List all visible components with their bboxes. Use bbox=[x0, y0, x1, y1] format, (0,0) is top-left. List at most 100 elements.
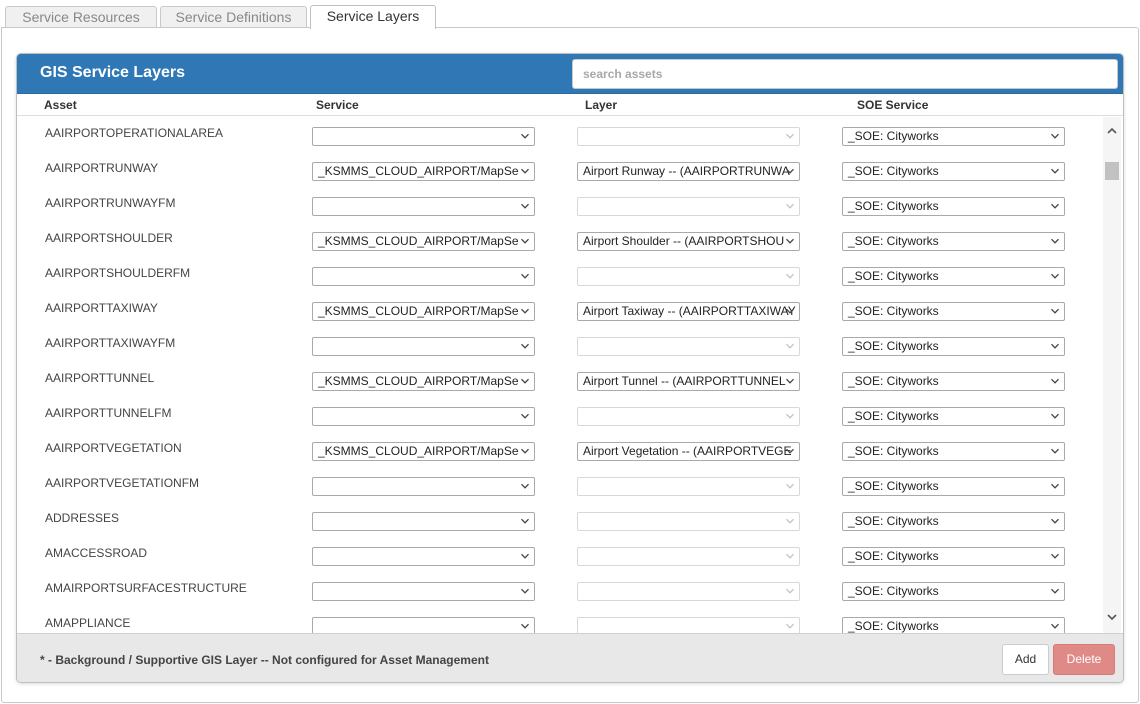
soe-service-select-value: _SOE: Cityworks bbox=[848, 374, 939, 388]
service-select[interactable] bbox=[312, 127, 535, 146]
service-select[interactable] bbox=[312, 197, 535, 216]
soe-service-select-value: _SOE: Cityworks bbox=[848, 164, 939, 178]
asset-name: ADDRESSES bbox=[45, 511, 120, 525]
soe-service-select[interactable]: _SOE: Cityworks bbox=[842, 232, 1065, 251]
column-header-service[interactable]: Service bbox=[316, 98, 359, 112]
layer-select-value: Airport Shoulder -- (AAIRPORTSHOU bbox=[583, 234, 785, 248]
table-row: AMACCESSROAD _SOE: Cityworks bbox=[17, 537, 1103, 572]
soe-service-select-value: _SOE: Cityworks bbox=[848, 199, 939, 213]
tab-service-resources[interactable]: Service Resources bbox=[5, 6, 157, 28]
layer-select bbox=[577, 267, 800, 286]
panel-footer: * - Background / Supportive GIS Layer --… bbox=[17, 633, 1123, 682]
chevron-down-icon bbox=[1050, 341, 1060, 351]
layer-select bbox=[577, 337, 800, 356]
table-row: AAIRPORTTUNNELFM _SOE: Cityworks bbox=[17, 397, 1103, 432]
soe-service-select[interactable]: _SOE: Cityworks bbox=[842, 582, 1065, 601]
soe-service-select[interactable]: _SOE: Cityworks bbox=[842, 442, 1065, 461]
scroll-down-icon[interactable] bbox=[1106, 611, 1118, 623]
soe-service-select[interactable]: _SOE: Cityworks bbox=[842, 407, 1065, 426]
search-assets-input[interactable] bbox=[572, 59, 1118, 89]
panel-title: GIS Service Layers bbox=[40, 64, 185, 81]
layer-select-value: Airport Vegetation -- (AAIRPORTVEGE bbox=[583, 444, 792, 458]
asset-name: AAIRPORTRUNWAY bbox=[45, 161, 159, 175]
soe-service-select-value: _SOE: Cityworks bbox=[848, 339, 939, 353]
soe-service-select[interactable]: _SOE: Cityworks bbox=[842, 372, 1065, 391]
service-select[interactable]: _KSMMS_CLOUD_AIRPORT/MapSe bbox=[312, 372, 535, 391]
asset-name: AAIRPORTTUNNELFM bbox=[45, 406, 172, 420]
layer-select[interactable]: Airport Tunnel -- (AAIRPORTTUNNEL bbox=[577, 372, 800, 391]
chevron-down-icon bbox=[1050, 201, 1060, 211]
delete-button[interactable]: Delete bbox=[1053, 644, 1115, 675]
vertical-scrollbar[interactable] bbox=[1103, 117, 1121, 633]
chevron-down-icon bbox=[520, 446, 530, 456]
soe-service-select[interactable]: _SOE: Cityworks bbox=[842, 337, 1065, 356]
table-row: AAIRPORTVEGETATION _KSMMS_CLOUD_AIRPORT/M… bbox=[17, 432, 1103, 467]
chevron-down-icon bbox=[520, 271, 530, 281]
soe-service-select[interactable]: _SOE: Cityworks bbox=[842, 547, 1065, 566]
gis-service-layers-panel: GIS Service Layers Asset Service Layer S… bbox=[16, 53, 1124, 683]
soe-service-select[interactable]: _SOE: Cityworks bbox=[842, 162, 1065, 181]
column-headers: Asset Service Layer SOE Service bbox=[17, 94, 1123, 116]
soe-service-select[interactable]: _SOE: Cityworks bbox=[842, 617, 1065, 633]
scroll-up-icon[interactable] bbox=[1106, 125, 1118, 137]
layer-select[interactable]: Airport Vegetation -- (AAIRPORTVEGE bbox=[577, 442, 800, 461]
soe-service-select-value: _SOE: Cityworks bbox=[848, 269, 939, 283]
asset-name: AAIRPORTOPERATIONALAREA bbox=[45, 126, 224, 140]
asset-name: AAIRPORTTUNNEL bbox=[45, 371, 155, 385]
layer-select[interactable]: Airport Runway -- (AAIRPORTRUNWA bbox=[577, 162, 800, 181]
column-header-soe-service[interactable]: SOE Service bbox=[857, 98, 928, 112]
asset-name: AMACCESSROAD bbox=[45, 546, 148, 560]
service-select[interactable] bbox=[312, 547, 535, 566]
soe-service-select[interactable]: _SOE: Cityworks bbox=[842, 302, 1065, 321]
layer-select[interactable]: Airport Shoulder -- (AAIRPORTSHOU bbox=[577, 232, 800, 251]
chevron-down-icon bbox=[785, 201, 795, 211]
service-select[interactable] bbox=[312, 407, 535, 426]
chevron-down-icon bbox=[520, 411, 530, 421]
tab-service-definitions[interactable]: Service Definitions bbox=[160, 6, 307, 28]
service-select[interactable] bbox=[312, 267, 535, 286]
table-row: AAIRPORTTAXIWAYFM _SOE: Cityworks bbox=[17, 327, 1103, 362]
table-row: ADDRESSES _SOE: Cityworks bbox=[17, 502, 1103, 537]
table-row: AAIRPORTVEGETATIONFM _SOE: Cityworks bbox=[17, 467, 1103, 502]
layer-select[interactable]: Airport Taxiway -- (AAIRPORTTAXIWAY bbox=[577, 302, 800, 321]
asset-name: AAIRPORTVEGETATIONFM bbox=[45, 476, 200, 490]
tab-service-layers[interactable]: Service Layers bbox=[310, 5, 436, 29]
layer-select bbox=[577, 617, 800, 633]
chevron-down-icon bbox=[520, 341, 530, 351]
asset-name: AAIRPORTSHOULDERFM bbox=[45, 266, 191, 280]
chevron-down-icon bbox=[1050, 481, 1060, 491]
chevron-down-icon bbox=[785, 516, 795, 526]
service-select[interactable] bbox=[312, 582, 535, 601]
chevron-down-icon bbox=[520, 166, 530, 176]
layer-select-value: Airport Taxiway -- (AAIRPORTTAXIWAY bbox=[583, 304, 796, 318]
soe-service-select-value: _SOE: Cityworks bbox=[848, 584, 939, 598]
soe-service-select[interactable]: _SOE: Cityworks bbox=[842, 197, 1065, 216]
soe-service-select[interactable]: _SOE: Cityworks bbox=[842, 477, 1065, 496]
column-header-asset[interactable]: Asset bbox=[44, 98, 77, 112]
chevron-down-icon bbox=[520, 586, 530, 596]
service-select[interactable] bbox=[312, 512, 535, 531]
footer-legend-note: * - Background / Supportive GIS Layer --… bbox=[40, 653, 489, 667]
soe-service-select-value: _SOE: Cityworks bbox=[848, 129, 939, 143]
add-button[interactable]: Add bbox=[1002, 644, 1049, 675]
table-row: AMAIRPORTSURFACESTRUCTURE _SOE: Cityworks bbox=[17, 572, 1103, 607]
service-select[interactable]: _KSMMS_CLOUD_AIRPORT/MapSe bbox=[312, 162, 535, 181]
soe-service-select-value: _SOE: Cityworks bbox=[848, 514, 939, 528]
service-select[interactable]: _KSMMS_CLOUD_AIRPORT/MapSe bbox=[312, 232, 535, 251]
service-select[interactable] bbox=[312, 617, 535, 633]
column-header-layer[interactable]: Layer bbox=[585, 98, 617, 112]
chevron-down-icon bbox=[520, 236, 530, 246]
soe-service-select[interactable]: _SOE: Cityworks bbox=[842, 267, 1065, 286]
soe-service-select[interactable]: _SOE: Cityworks bbox=[842, 127, 1065, 146]
service-select[interactable] bbox=[312, 477, 535, 496]
service-select[interactable]: _KSMMS_CLOUD_AIRPORT/MapSe bbox=[312, 442, 535, 461]
soe-service-select[interactable]: _SOE: Cityworks bbox=[842, 512, 1065, 531]
service-select[interactable] bbox=[312, 337, 535, 356]
scroll-thumb[interactable] bbox=[1105, 162, 1119, 180]
layer-select-value: Airport Tunnel -- (AAIRPORTTUNNEL bbox=[583, 374, 786, 388]
service-select[interactable]: _KSMMS_CLOUD_AIRPORT/MapSe bbox=[312, 302, 535, 321]
chevron-down-icon bbox=[1050, 166, 1060, 176]
asset-rows-list: AAIRPORTOPERATIONALAREA _SOE: Cityworks AA… bbox=[17, 117, 1123, 633]
chevron-down-icon bbox=[785, 306, 795, 316]
table-row: AAIRPORTRUNWAYFM _SOE: Cityworks bbox=[17, 187, 1103, 222]
